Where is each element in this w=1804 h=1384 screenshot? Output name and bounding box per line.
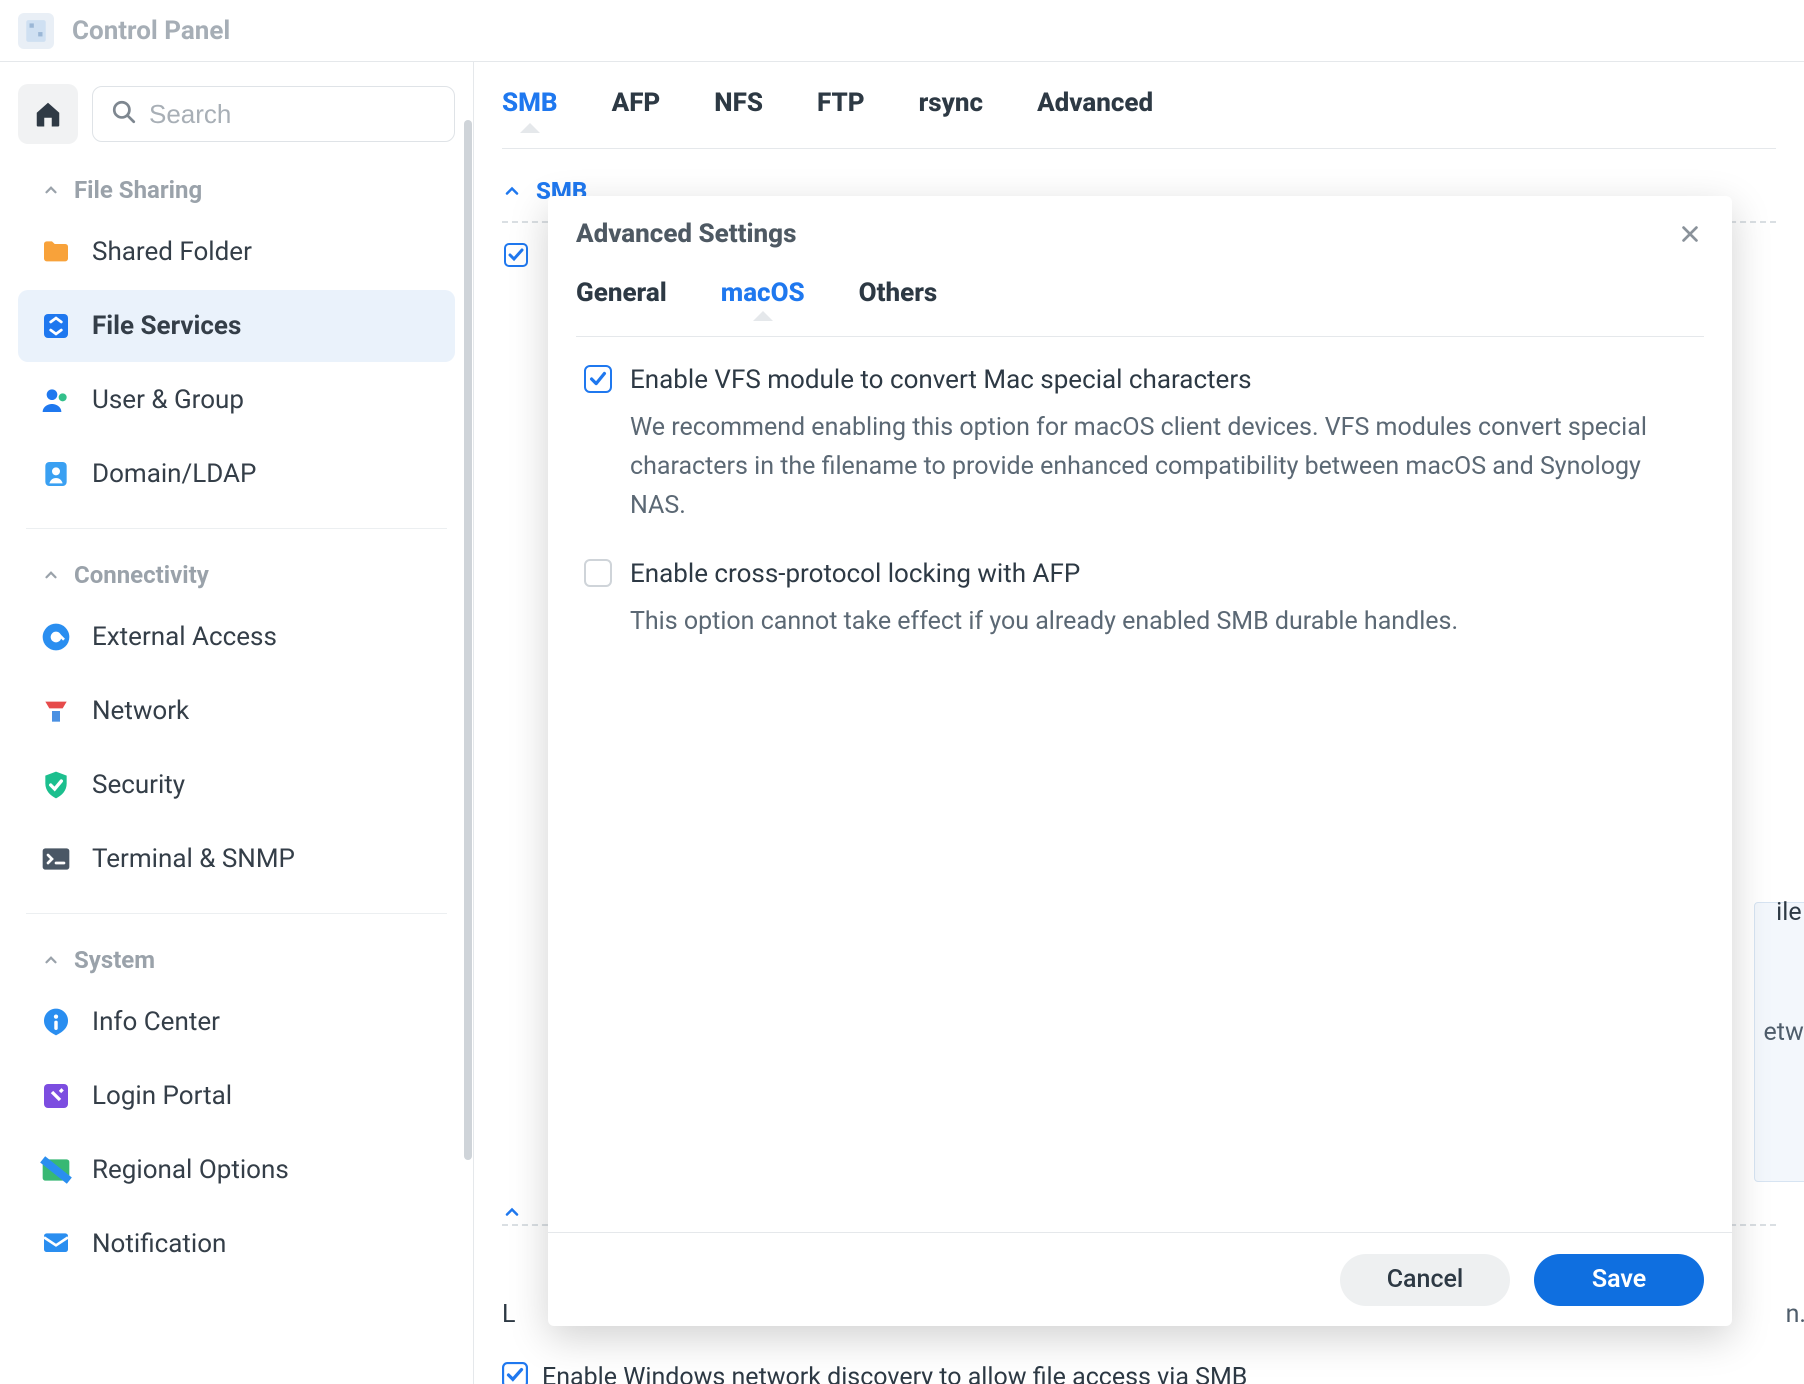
search-icon — [111, 99, 137, 129]
tab-advanced[interactable]: Advanced — [1037, 88, 1153, 132]
sidebar-item-label: External Access — [92, 622, 277, 652]
section-file-sharing[interactable]: File Sharing — [18, 162, 455, 214]
sidebar-item-external-access[interactable]: External Access — [18, 601, 455, 673]
search-input[interactable] — [149, 99, 436, 130]
tab-afp[interactable]: AFP — [612, 88, 661, 132]
checkbox-vfs[interactable] — [584, 365, 612, 393]
sidebar-item-label: File Services — [92, 311, 241, 341]
notification-icon — [38, 1226, 74, 1262]
background-text: L — [502, 1300, 515, 1329]
sidebar-item-label: Terminal & SNMP — [92, 844, 295, 874]
section-label: System — [74, 946, 155, 974]
section-system[interactable]: System — [18, 932, 455, 984]
external-access-icon — [38, 619, 74, 655]
background-checkbox-label: Enable Windows network discovery to allo… — [542, 1363, 1247, 1384]
user-group-icon — [38, 382, 74, 418]
search-box[interactable] — [92, 86, 455, 142]
main-tabs: SMB AFP NFS FTP rsync Advanced — [502, 84, 1776, 149]
sidebar-item-label: Regional Options — [92, 1155, 289, 1185]
login-portal-icon — [38, 1078, 74, 1114]
regional-icon — [38, 1152, 74, 1188]
titlebar: Control Panel — [0, 0, 1804, 62]
modal-tabs: General macOS Others — [576, 272, 1704, 337]
sidebar-scrollbar[interactable] — [463, 62, 473, 1384]
home-button[interactable] — [18, 84, 78, 144]
option-vfs-module: Enable VFS module to convert Mac special… — [584, 365, 1696, 395]
option-description: This option cannot take effect if you al… — [630, 603, 1696, 642]
option-label: Enable VFS module to convert Mac special… — [630, 365, 1252, 395]
app-icon — [18, 13, 54, 49]
chevron-up-icon — [42, 181, 60, 199]
sidebar-item-network[interactable]: Network — [18, 675, 455, 747]
close-button[interactable] — [1676, 220, 1704, 248]
advanced-settings-modal: Advanced Settings General macOS Others E… — [548, 196, 1732, 1326]
modal-title: Advanced Settings — [576, 219, 796, 249]
option-label: Enable cross-protocol locking with AFP — [630, 559, 1080, 589]
option-cross-protocol: Enable cross-protocol locking with AFP — [584, 559, 1696, 589]
background-text: etwo — [1764, 1018, 1804, 1047]
cancel-button[interactable]: Cancel — [1340, 1254, 1510, 1306]
divider — [26, 913, 447, 914]
terminal-icon — [38, 841, 74, 877]
sidebar-item-login-portal[interactable]: Login Portal — [18, 1060, 455, 1132]
save-button[interactable]: Save — [1534, 1254, 1704, 1306]
sidebar-item-domain-ldap[interactable]: Domain/LDAP — [18, 438, 455, 510]
info-icon — [38, 1004, 74, 1040]
sidebar-item-label: Security — [92, 770, 185, 800]
shield-icon — [38, 767, 74, 803]
file-services-icon — [38, 308, 74, 344]
section-label: File Sharing — [74, 176, 202, 204]
chevron-up-icon — [502, 181, 522, 201]
checkbox[interactable] — [502, 1362, 528, 1384]
sidebar-item-terminal-snmp[interactable]: Terminal & SNMP — [18, 823, 455, 895]
sidebar: File Sharing Shared Folder File Services… — [0, 62, 474, 1384]
sidebar-item-file-services[interactable]: File Services — [18, 290, 455, 362]
chevron-up-icon — [42, 566, 60, 584]
app-title: Control Panel — [72, 16, 230, 46]
modal-tab-others[interactable]: Others — [859, 272, 938, 320]
tab-smb[interactable]: SMB — [502, 88, 558, 132]
chevron-up-icon — [502, 1202, 522, 1226]
sidebar-item-info-center[interactable]: Info Center — [18, 986, 455, 1058]
folder-icon — [38, 234, 74, 270]
scrollbar-thumb[interactable] — [464, 120, 472, 1160]
sidebar-item-label: Network — [92, 696, 189, 726]
sidebar-item-notification[interactable]: Notification — [18, 1208, 455, 1280]
domain-icon — [38, 456, 74, 492]
sidebar-item-user-group[interactable]: User & Group — [18, 364, 455, 436]
sidebar-item-regional-options[interactable]: Regional Options — [18, 1134, 455, 1206]
option-description: We recommend enabling this option for ma… — [630, 409, 1696, 525]
sidebar-item-label: Info Center — [92, 1007, 220, 1037]
sidebar-item-label: Shared Folder — [92, 237, 252, 267]
sidebar-item-label: Domain/LDAP — [92, 459, 256, 489]
sidebar-item-shared-folder[interactable]: Shared Folder — [18, 216, 455, 288]
modal-tab-general[interactable]: General — [576, 272, 667, 320]
chevron-up-icon — [42, 951, 60, 969]
checkbox[interactable] — [504, 243, 528, 271]
divider — [26, 528, 447, 529]
background-text: n. — [1786, 1300, 1804, 1329]
network-icon — [38, 693, 74, 729]
tab-ftp[interactable]: FTP — [817, 88, 865, 132]
sidebar-item-label: Notification — [92, 1229, 226, 1259]
tab-nfs[interactable]: NFS — [714, 88, 763, 132]
tab-rsync[interactable]: rsync — [919, 88, 983, 132]
section-label: Connectivity — [74, 561, 209, 589]
sidebar-item-security[interactable]: Security — [18, 749, 455, 821]
section-connectivity[interactable]: Connectivity — [18, 547, 455, 599]
checkbox-cross-protocol[interactable] — [584, 559, 612, 587]
background-text: ile E — [1776, 898, 1804, 927]
modal-tab-macos[interactable]: macOS — [721, 272, 805, 320]
sidebar-item-label: User & Group — [92, 385, 244, 415]
sidebar-item-label: Login Portal — [92, 1081, 232, 1111]
